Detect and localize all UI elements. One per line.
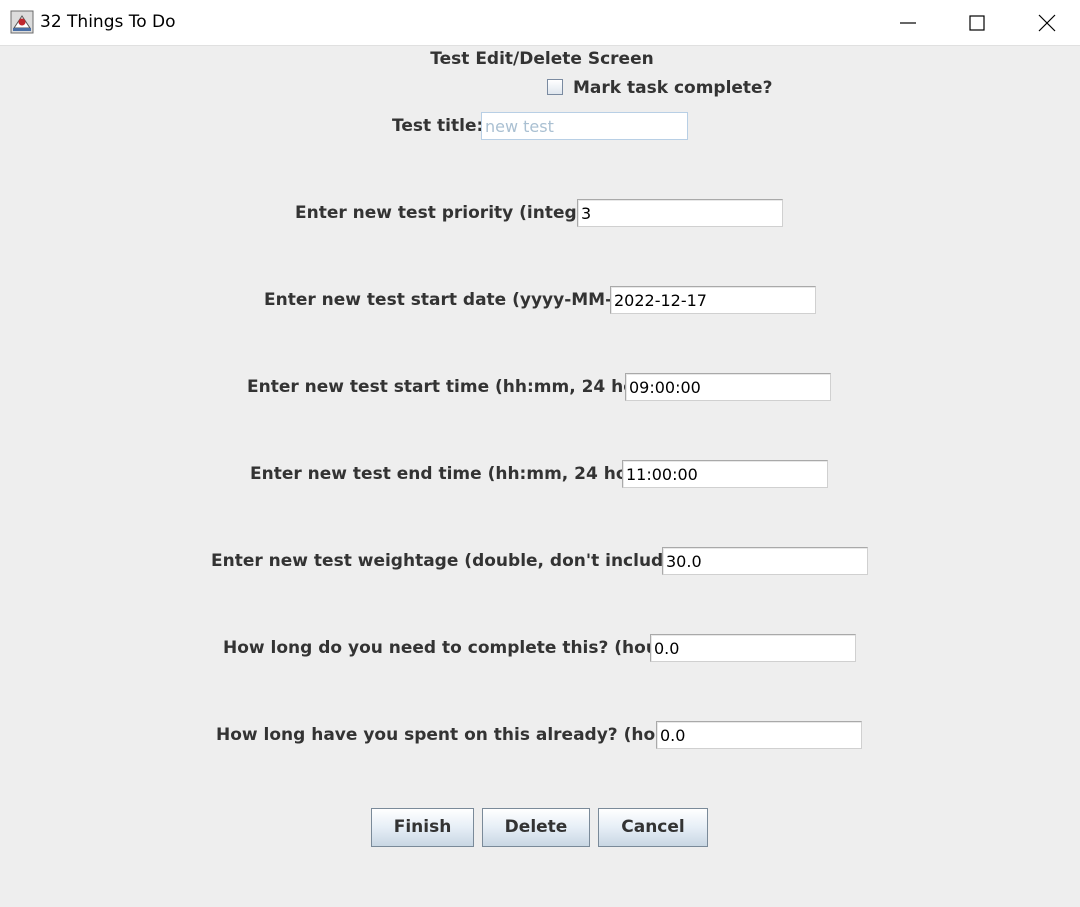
java-app-icon xyxy=(10,10,34,34)
weightage-input[interactable] xyxy=(662,547,868,575)
maximize-icon xyxy=(969,15,985,31)
window-title: 32 Things To Do xyxy=(40,12,176,32)
test-title-input[interactable] xyxy=(481,112,688,140)
test-title-label: Test title: xyxy=(392,116,484,136)
form-panel: Test Edit/Delete Screen Mark task comple… xyxy=(0,46,1080,907)
hours-needed-input[interactable] xyxy=(650,634,856,662)
minimize-button[interactable] xyxy=(885,8,931,38)
weightage-label: Enter new test weightage (double, don't … xyxy=(211,551,706,571)
close-icon xyxy=(1038,14,1056,32)
close-button[interactable] xyxy=(1024,8,1070,38)
hours-spent-label: How long have you spent on this already?… xyxy=(216,725,694,745)
start-date-input[interactable] xyxy=(610,286,816,314)
finish-button[interactable]: Finish xyxy=(371,808,474,847)
maximize-button[interactable] xyxy=(954,8,1000,38)
mark-complete-label: Mark task complete? xyxy=(573,78,773,98)
start-date-label: Enter new test start date (yyyy-MM-dd) xyxy=(264,290,645,310)
end-time-input[interactable] xyxy=(622,460,828,488)
start-time-input[interactable] xyxy=(625,373,831,401)
screen-title: Test Edit/Delete Screen xyxy=(430,49,654,69)
minimize-icon xyxy=(900,22,916,24)
delete-button[interactable]: Delete xyxy=(482,808,590,847)
priority-input[interactable] xyxy=(577,199,783,227)
hours-needed-label: How long do you need to complete this? (… xyxy=(223,638,685,658)
start-time-label: Enter new test start time (hh:mm, 24 hou… xyxy=(247,377,664,397)
cancel-button[interactable]: Cancel xyxy=(598,808,708,847)
hours-spent-input[interactable] xyxy=(656,721,862,749)
priority-label: Enter new test priority (integer) xyxy=(295,203,605,223)
title-bar: 32 Things To Do xyxy=(0,0,1080,46)
end-time-label: Enter new test end time (hh:mm, 24 hour) xyxy=(250,464,656,484)
mark-complete-checkbox[interactable] xyxy=(547,79,563,95)
